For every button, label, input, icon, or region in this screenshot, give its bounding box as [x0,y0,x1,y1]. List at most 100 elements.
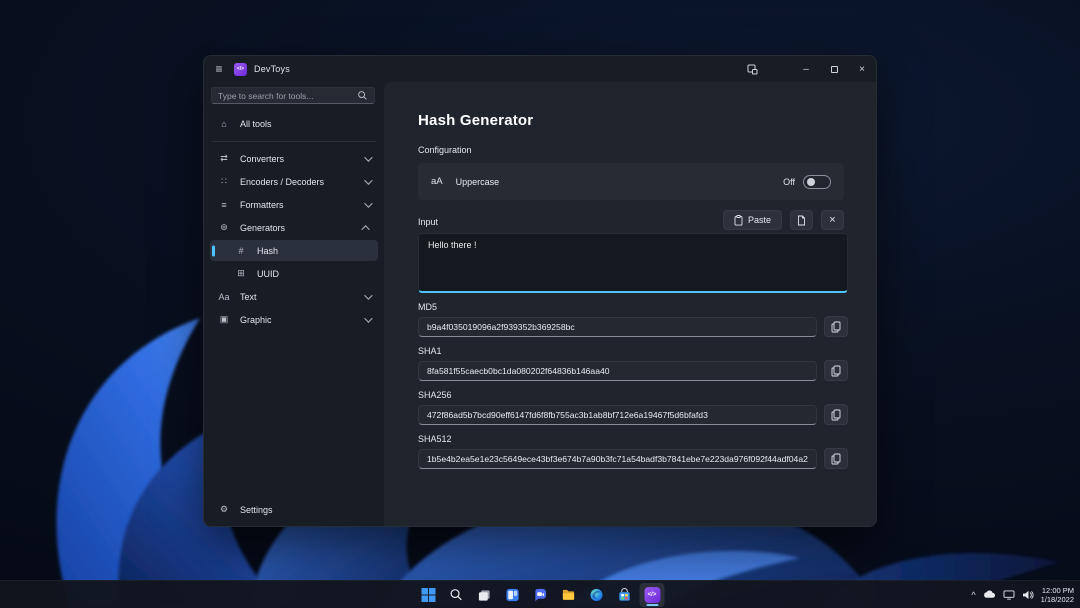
sidebar-divider [212,141,376,142]
tray-chevron-up-icon[interactable]: ^ [971,590,975,600]
chat-icon [533,588,547,602]
widgets-button[interactable] [500,583,525,607]
widgets-icon [505,588,519,602]
search-icon [357,90,368,101]
hamburger-menu-icon[interactable]: ≡ [204,62,234,76]
close-button[interactable]: × [848,56,876,82]
onedrive-cloud-icon[interactable] [983,590,996,599]
input-textarea[interactable]: Hello there ! [418,233,848,293]
devtoys-window: ≡ </> DevToys – × ⌂ [203,55,877,527]
copy-icon [831,409,841,421]
sidebar-item-encoders-decoders[interactable]: ∷ Encoders / Decoders [210,171,378,192]
windows-logo-icon [421,588,435,602]
open-file-button[interactable] [790,210,813,230]
sidebar-item-label: All tools [240,119,272,129]
hash-output-md5: MD5 [418,302,848,337]
chevron-down-icon [364,314,372,322]
search-input[interactable] [218,91,357,101]
sidebar-item-label: Converters [240,154,284,164]
uppercase-label: Uppercase [456,177,500,187]
main-pane: Hash Generator Configuration aA Uppercas… [384,82,876,526]
hash-label: SHA1 [418,346,848,356]
toggle-knob [807,178,815,186]
chevron-down-icon [364,176,372,184]
home-icon: ⌂ [218,119,230,129]
sidebar-item-converters[interactable]: ⇄ Converters [210,148,378,169]
file-icon [797,215,806,226]
hash-output-sha512: SHA512 [418,434,848,469]
edge-button[interactable] [584,583,609,607]
store-icon [617,588,631,602]
sidebar-item-label: Encoders / Decoders [240,177,324,187]
close-icon: × [829,214,835,226]
copy-button[interactable] [824,448,848,469]
graphic-icon: ▣ [218,314,230,325]
sidebar-item-label: Graphic [240,315,272,325]
file-explorer-button[interactable] [556,583,581,607]
clear-button[interactable]: × [821,210,844,230]
hash-label: SHA256 [418,390,848,400]
page-title: Hash Generator [418,112,844,129]
sidebar-item-graphic[interactable]: ▣ Graphic [210,309,378,330]
chevron-down-icon [364,153,372,161]
titlebar: ≡ </> DevToys – × [204,56,876,82]
paste-label: Paste [748,215,771,225]
maximize-button[interactable] [820,56,848,82]
copy-button[interactable] [824,360,848,381]
sha512-field[interactable] [418,449,817,469]
folder-icon [561,588,575,602]
hash-label: MD5 [418,302,848,312]
taskbar: </> ^ 12:00 PM 1/18/2022 [0,580,1080,608]
paste-button[interactable]: Paste [723,210,782,230]
clock[interactable]: 12:00 PM 1/18/2022 [1041,586,1074,604]
sidebar-item-label: Formatters [240,200,284,210]
generators-icon: ⊛ [218,222,230,233]
chevron-up-icon [361,225,369,233]
maximize-icon [831,66,838,73]
sidebar-item-text[interactable]: Aa Text [210,286,378,307]
sha256-field[interactable] [418,405,817,425]
sidebar-item-generators[interactable]: ⊛ Generators [210,217,378,238]
copy-icon [831,453,841,465]
store-button[interactable] [612,583,637,607]
search-icon [450,588,463,601]
compact-overlay-icon[interactable] [738,56,766,82]
taskbar-devtoys-button[interactable]: </> [640,583,665,607]
sidebar-item-label: Text [240,292,257,302]
converters-icon: ⇄ [218,153,230,164]
sidebar-item-hash[interactable]: # Hash [210,240,378,261]
sidebar-item-settings[interactable]: ⚙ Settings [210,499,378,520]
uppercase-toggle[interactable] [803,175,831,189]
sidebar-item-label: Generators [240,223,285,233]
edge-icon [589,588,603,602]
sidebar-item-formatters[interactable]: ≡ Formatters [210,194,378,215]
search-box[interactable] [211,87,375,104]
hash-output-sha256: SHA256 [418,390,848,425]
copy-icon [831,321,841,333]
gear-icon: ⚙ [218,504,230,515]
volume-icon[interactable] [1022,590,1034,600]
hash-output-sha1: SHA1 [418,346,848,381]
input-toolbar: Input Paste × [418,210,844,230]
sidebar-item-uuid[interactable]: ⊞ UUID [210,263,378,284]
toggle-state-label: Off [783,177,795,187]
uuid-icon: ⊞ [235,268,247,279]
task-view-icon [477,588,491,602]
tray-time: 12:00 PM [1042,586,1074,595]
selected-indicator [212,245,215,256]
chat-button[interactable] [528,583,553,607]
start-button[interactable] [416,583,441,607]
uppercase-setting-card: aA Uppercase Off [418,163,844,200]
formatters-icon: ≡ [218,200,230,210]
taskbar-search-button[interactable] [444,583,469,607]
sha1-field[interactable] [418,361,817,381]
copy-button[interactable] [824,404,848,425]
network-icon[interactable] [1003,590,1015,600]
sidebar-item-all-tools[interactable]: ⌂ All tools [210,113,378,134]
copy-button[interactable] [824,316,848,337]
encoders-icon: ∷ [218,176,230,187]
md5-field[interactable] [418,317,817,337]
task-view-button[interactable] [472,583,497,607]
minimize-button[interactable]: – [792,56,820,82]
taskbar-apps: </> [416,583,665,607]
